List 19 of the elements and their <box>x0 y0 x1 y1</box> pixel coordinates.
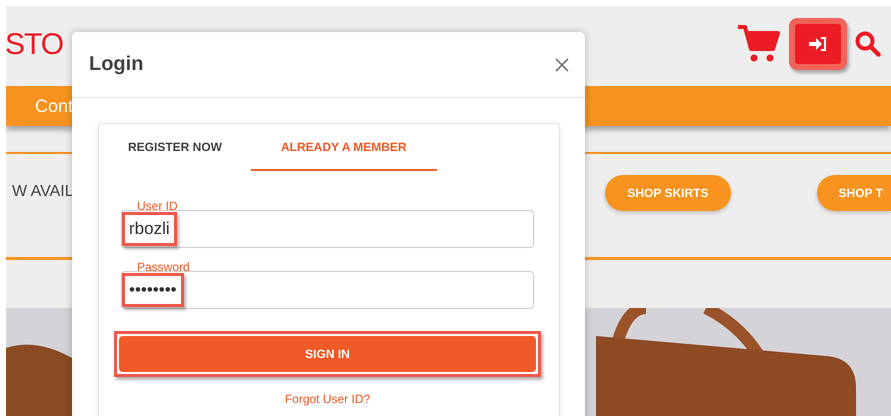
input-field[interactable]: rbozli <box>121 210 534 248</box>
shop-button[interactable]: SHOP T <box>816 174 891 211</box>
input-field[interactable]: •••••••• <box>121 271 534 309</box>
dialog-title: Login <box>89 53 144 76</box>
tab[interactable]: REGISTER NOW <box>107 124 244 171</box>
store-logo[interactable]: STO <box>6 28 64 62</box>
close-icon[interactable] <box>555 58 569 72</box>
login-button[interactable] <box>795 24 841 64</box>
search-icon[interactable] <box>855 31 881 58</box>
sign-in-icon <box>808 36 828 52</box>
promo-text: W AVAIL <box>12 182 74 201</box>
shopping-cart-icon[interactable] <box>737 24 781 64</box>
forgot-user-id-link[interactable]: Forgot User ID? <box>284 392 370 406</box>
field-label: User ID <box>137 199 179 213</box>
tab[interactable]: ALREADY A MEMBER <box>251 124 437 171</box>
nav-link[interactable]: Cont <box>35 96 74 117</box>
shop-button[interactable]: SHOP SKIRTS <box>605 174 731 211</box>
field-label: Password <box>137 260 191 274</box>
sign-in-button[interactable]: SIGN IN <box>119 336 536 372</box>
